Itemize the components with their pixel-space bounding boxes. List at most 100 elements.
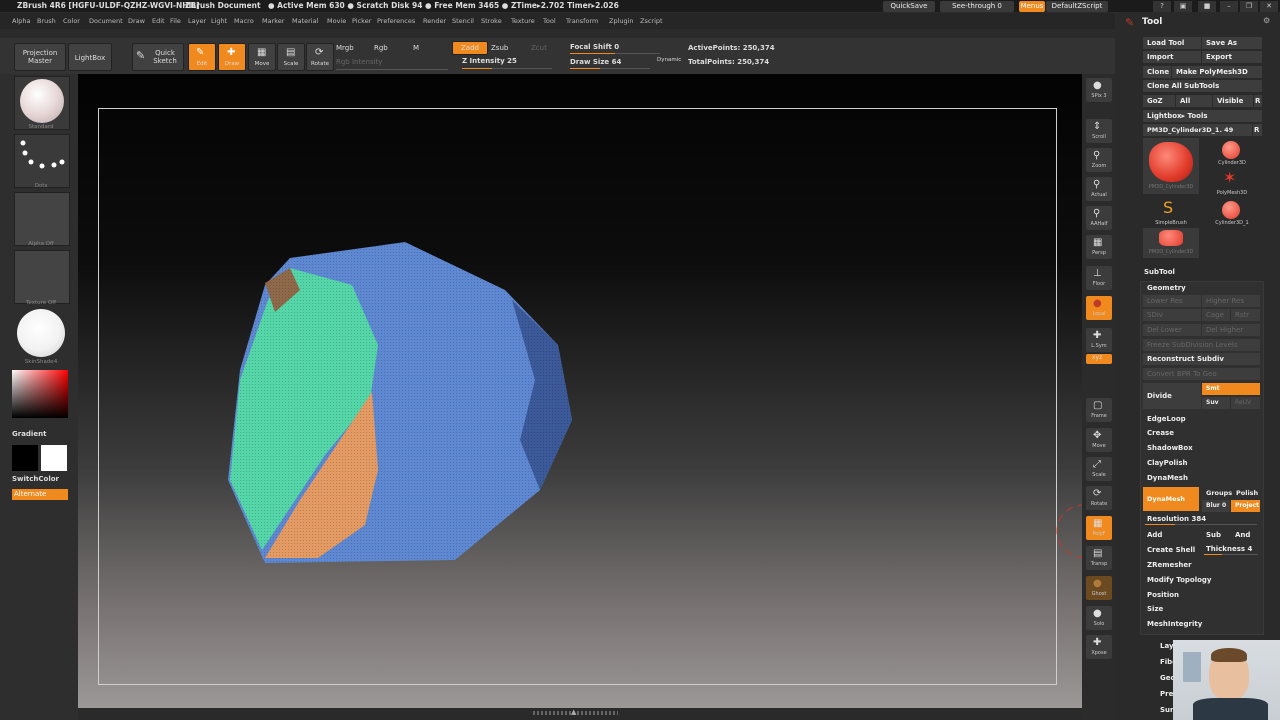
- tool-thumb-pm3d-2[interactable]: PM3D_Cylinder3D: [1143, 228, 1199, 258]
- del-lower-button[interactable]: Del Lower: [1143, 324, 1201, 336]
- dynamesh-section[interactable]: DynaMesh: [1143, 472, 1260, 484]
- scale-view-button[interactable]: ⤢ Scale: [1086, 457, 1112, 481]
- geometry-header[interactable]: Geometry: [1143, 282, 1261, 294]
- make-polymesh-button[interactable]: Make PolyMesh3D: [1172, 66, 1262, 78]
- persp-button[interactable]: ▦ Persp: [1086, 235, 1112, 259]
- freeze-subdiv-button[interactable]: Freeze SubDivision Levels: [1143, 339, 1260, 351]
- rotate-view-button[interactable]: ⟳ Rotate: [1086, 486, 1112, 510]
- polyf-icon: ▦: [1093, 518, 1103, 529]
- palette-settings-icon[interactable]: ⚙: [1263, 16, 1270, 25]
- xpose-icon: ✚: [1093, 637, 1102, 648]
- clone-button[interactable]: Clone: [1143, 66, 1171, 78]
- transp-button[interactable]: ▤ Transp: [1086, 546, 1112, 570]
- actual-button[interactable]: ⚲ Actual: [1086, 177, 1112, 201]
- crease-section[interactable]: Crease: [1143, 427, 1260, 439]
- zoom-button[interactable]: ⚲ Zoom: [1086, 148, 1112, 172]
- tool-panel: ✎ Tool ⚙ Load Tool Save As Import Export…: [1115, 13, 1280, 720]
- resolution-track: [1145, 524, 1257, 525]
- local-label: Local: [1092, 311, 1106, 317]
- zoom-label: Zoom: [1091, 163, 1107, 169]
- reconstruct-subdiv-button[interactable]: Reconstruct Subdiv: [1143, 353, 1260, 365]
- polish-toggle[interactable]: Polish: [1232, 487, 1262, 499]
- gxyz-button[interactable]: xyz: [1086, 354, 1112, 364]
- aahalf-icon: ⚲: [1093, 208, 1101, 219]
- aahalf-button[interactable]: ⚲ AAHalf: [1086, 206, 1112, 230]
- dynamesh-button[interactable]: DynaMesh: [1143, 487, 1199, 511]
- current-tool-slider[interactable]: PM3D_Cylinder3D_1. 49: [1143, 124, 1252, 136]
- shadowbox-section[interactable]: ShadowBox: [1143, 442, 1260, 454]
- simplebrush-icon: S: [1163, 198, 1174, 217]
- import-button[interactable]: Import: [1143, 51, 1201, 63]
- goz-button[interactable]: GoZ: [1143, 95, 1175, 107]
- palette-pin-icon[interactable]: ✎: [1125, 16, 1134, 29]
- current-tool-r-button[interactable]: R: [1253, 124, 1262, 136]
- tool-thumb-pm3d[interactable]: PM3D_Cylinder3D: [1143, 138, 1199, 194]
- scroll-button[interactable]: ⇕ Scroll: [1086, 119, 1112, 143]
- expand-shelf-icon[interactable]: ▲: [571, 708, 576, 716]
- lower-res-button[interactable]: Lower Res: [1143, 295, 1201, 307]
- goz-visible-button[interactable]: Visible: [1213, 95, 1253, 107]
- size-section[interactable]: Size: [1143, 603, 1260, 615]
- ghost-icon: ●: [1093, 578, 1102, 589]
- sub-button[interactable]: Sub: [1202, 529, 1230, 541]
- clone-all-subtools-button[interactable]: Clone All SubTools: [1143, 80, 1262, 92]
- floor-button[interactable]: ⊥ Floor: [1086, 266, 1112, 290]
- add-button[interactable]: Add: [1143, 529, 1201, 541]
- goz-all-button[interactable]: All: [1176, 95, 1212, 107]
- frame-button[interactable]: ▢ Frame: [1086, 398, 1112, 422]
- export-button[interactable]: Export: [1202, 51, 1262, 63]
- rstr-button[interactable]: Rstr: [1231, 309, 1260, 321]
- meshintegrity-section[interactable]: MeshIntegrity: [1143, 618, 1260, 630]
- save-as-button[interactable]: Save As: [1202, 37, 1262, 49]
- load-tool-button[interactable]: Load Tool: [1143, 37, 1201, 49]
- right-shelf: ● SPix 3 ⇕ Scroll ⚲ Zoom ⚲ Actual ⚲ AAHalf ▦ P…: [1082, 74, 1115, 720]
- polyf-label: PolyF: [1092, 531, 1106, 537]
- polyf-button[interactable]: ▦ PolyF: [1086, 516, 1112, 540]
- divide-button[interactable]: Divide: [1143, 383, 1201, 409]
- goz-r-button[interactable]: R: [1254, 95, 1262, 107]
- spix-button[interactable]: ● SPix 3: [1086, 78, 1112, 102]
- aahalf-label: AAHalf: [1090, 221, 1108, 227]
- ghost-button[interactable]: ● Ghost: [1086, 576, 1112, 600]
- zremesher-section[interactable]: ZRemesher: [1143, 559, 1260, 571]
- persp-icon: ▦: [1093, 237, 1103, 248]
- tool-thumb-cylinder[interactable]: Cylinder3D: [1203, 138, 1261, 168]
- subtool-header[interactable]: SubTool: [1140, 266, 1262, 278]
- frame-label: Frame: [1091, 413, 1107, 419]
- edgeloop-section[interactable]: EdgeLoop: [1143, 413, 1260, 425]
- pm3d-preview-icon: [1149, 142, 1193, 182]
- tool-thumb-polymesh-label: PolyMesh3D: [1216, 190, 1248, 196]
- del-higher-button[interactable]: Del Higher: [1202, 324, 1260, 336]
- sdiv-slider[interactable]: SDiv: [1143, 309, 1201, 321]
- groups-toggle[interactable]: Groups: [1202, 487, 1232, 499]
- tool-thumb-cylinder1[interactable]: Cylinder3D_1: [1203, 198, 1261, 228]
- cage-button[interactable]: Cage: [1202, 309, 1230, 321]
- and-button[interactable]: And: [1231, 529, 1260, 541]
- project-toggle[interactable]: Project: [1231, 500, 1260, 512]
- higher-res-button[interactable]: Higher Res: [1202, 295, 1260, 307]
- scroll-icon: ⇕: [1093, 121, 1102, 132]
- move-view-button[interactable]: ✥ Move: [1086, 428, 1112, 452]
- local-button[interactable]: ● Local: [1086, 296, 1112, 320]
- tool-thumb-simplebrush[interactable]: S SimpleBrush: [1143, 198, 1199, 228]
- tool-thumb-polymesh[interactable]: ✶ PolyMesh3D: [1203, 168, 1261, 198]
- lsym-label: L.Sym: [1091, 343, 1107, 349]
- blur-slider[interactable]: Blur 0: [1202, 500, 1230, 512]
- xpose-button[interactable]: ✚ Xpose: [1086, 635, 1112, 659]
- claypolish-section[interactable]: ClayPolish: [1143, 457, 1260, 469]
- webcam-overlay: [1173, 640, 1280, 720]
- lightbox-tools-button[interactable]: Lightbox▸ Tools: [1143, 110, 1262, 122]
- position-section[interactable]: Position: [1143, 589, 1260, 601]
- reuv-toggle[interactable]: ReUV: [1231, 397, 1260, 409]
- mesh-texture-overlay: [228, 242, 572, 563]
- smt-toggle[interactable]: Smt: [1202, 383, 1260, 395]
- solo-icon: ●: [1093, 608, 1102, 619]
- tool-palette-title[interactable]: Tool: [1142, 17, 1162, 27]
- modify-topology-section[interactable]: Modify Topology: [1143, 574, 1260, 586]
- suv-toggle[interactable]: Suv: [1202, 397, 1230, 409]
- convert-bpr-button[interactable]: Convert BPR To Geo: [1143, 368, 1260, 380]
- cylinder-preview-icon: [1222, 141, 1240, 159]
- create-shell-button[interactable]: Create Shell: [1143, 544, 1201, 556]
- lsym-button[interactable]: ✚ L.Sym: [1086, 328, 1112, 352]
- solo-button[interactable]: ● Solo: [1086, 606, 1112, 630]
